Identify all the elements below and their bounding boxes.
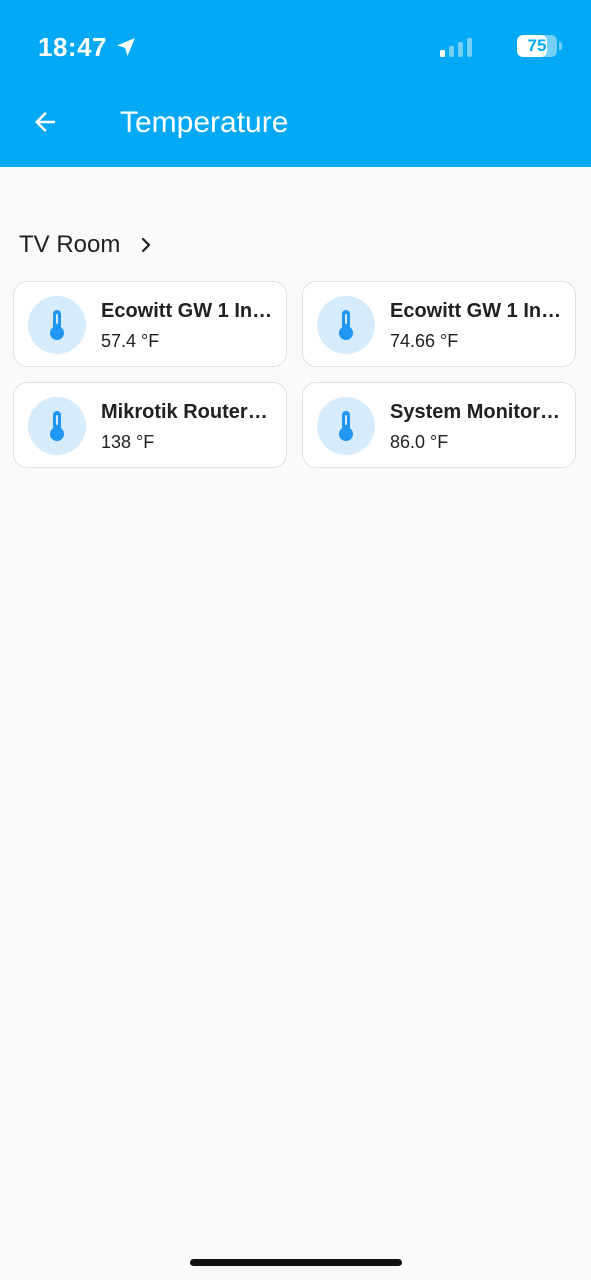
chevron-right-icon bbox=[142, 237, 151, 253]
cellular-signal-icon bbox=[440, 38, 472, 57]
sensor-card[interactable]: Ecowitt GW 1 Indoor Temperature 57.4 °F bbox=[13, 281, 287, 367]
sensor-icon-badge bbox=[317, 397, 375, 455]
sensor-card[interactable]: Ecowitt GW 1 Indoor Temperature 74.66 °F bbox=[302, 281, 576, 367]
thermometer-icon bbox=[339, 310, 353, 340]
back-button[interactable] bbox=[22, 99, 68, 145]
thermometer-icon bbox=[339, 411, 353, 441]
arrow-left-icon bbox=[35, 112, 55, 132]
page-title: Temperature bbox=[120, 106, 289, 139]
sensor-name: Mikrotik Router Temperature bbox=[101, 401, 273, 423]
sensor-icon-badge bbox=[28, 397, 86, 455]
area-header-tv-room[interactable]: TV Room bbox=[19, 228, 154, 262]
sensor-icon-badge bbox=[317, 296, 375, 354]
thermometer-icon bbox=[50, 411, 64, 441]
sensor-name: Ecowitt GW 1 Indoor Temperature bbox=[390, 300, 562, 322]
app-header: 18:47 75 Temperature bbox=[0, 0, 591, 167]
sensor-icon-badge bbox=[28, 296, 86, 354]
sensor-value: 86.0 °F bbox=[390, 432, 449, 452]
sensor-name: Ecowitt GW 1 Indoor Temperature bbox=[101, 300, 273, 322]
sensor-name: System Monitor Temperature bbox=[390, 401, 562, 423]
sensor-value: 74.66 °F bbox=[390, 331, 459, 351]
sensor-value: 138 °F bbox=[101, 432, 155, 452]
home-indicator[interactable] bbox=[190, 1259, 402, 1266]
battery-indicator: 75 bbox=[517, 35, 563, 59]
sensor-value: 57.4 °F bbox=[101, 331, 160, 351]
sensor-card[interactable]: System Monitor Temperature 86.0 °F bbox=[302, 382, 576, 468]
area-title: TV Room bbox=[19, 231, 121, 258]
thermometer-icon bbox=[50, 310, 64, 340]
sensor-card[interactable]: Mikrotik Router Temperature 138 °F bbox=[13, 382, 287, 468]
status-time: 18:47 bbox=[38, 32, 107, 62]
battery-percentage: 75 bbox=[527, 36, 547, 55]
location-arrow-icon bbox=[117, 38, 135, 56]
